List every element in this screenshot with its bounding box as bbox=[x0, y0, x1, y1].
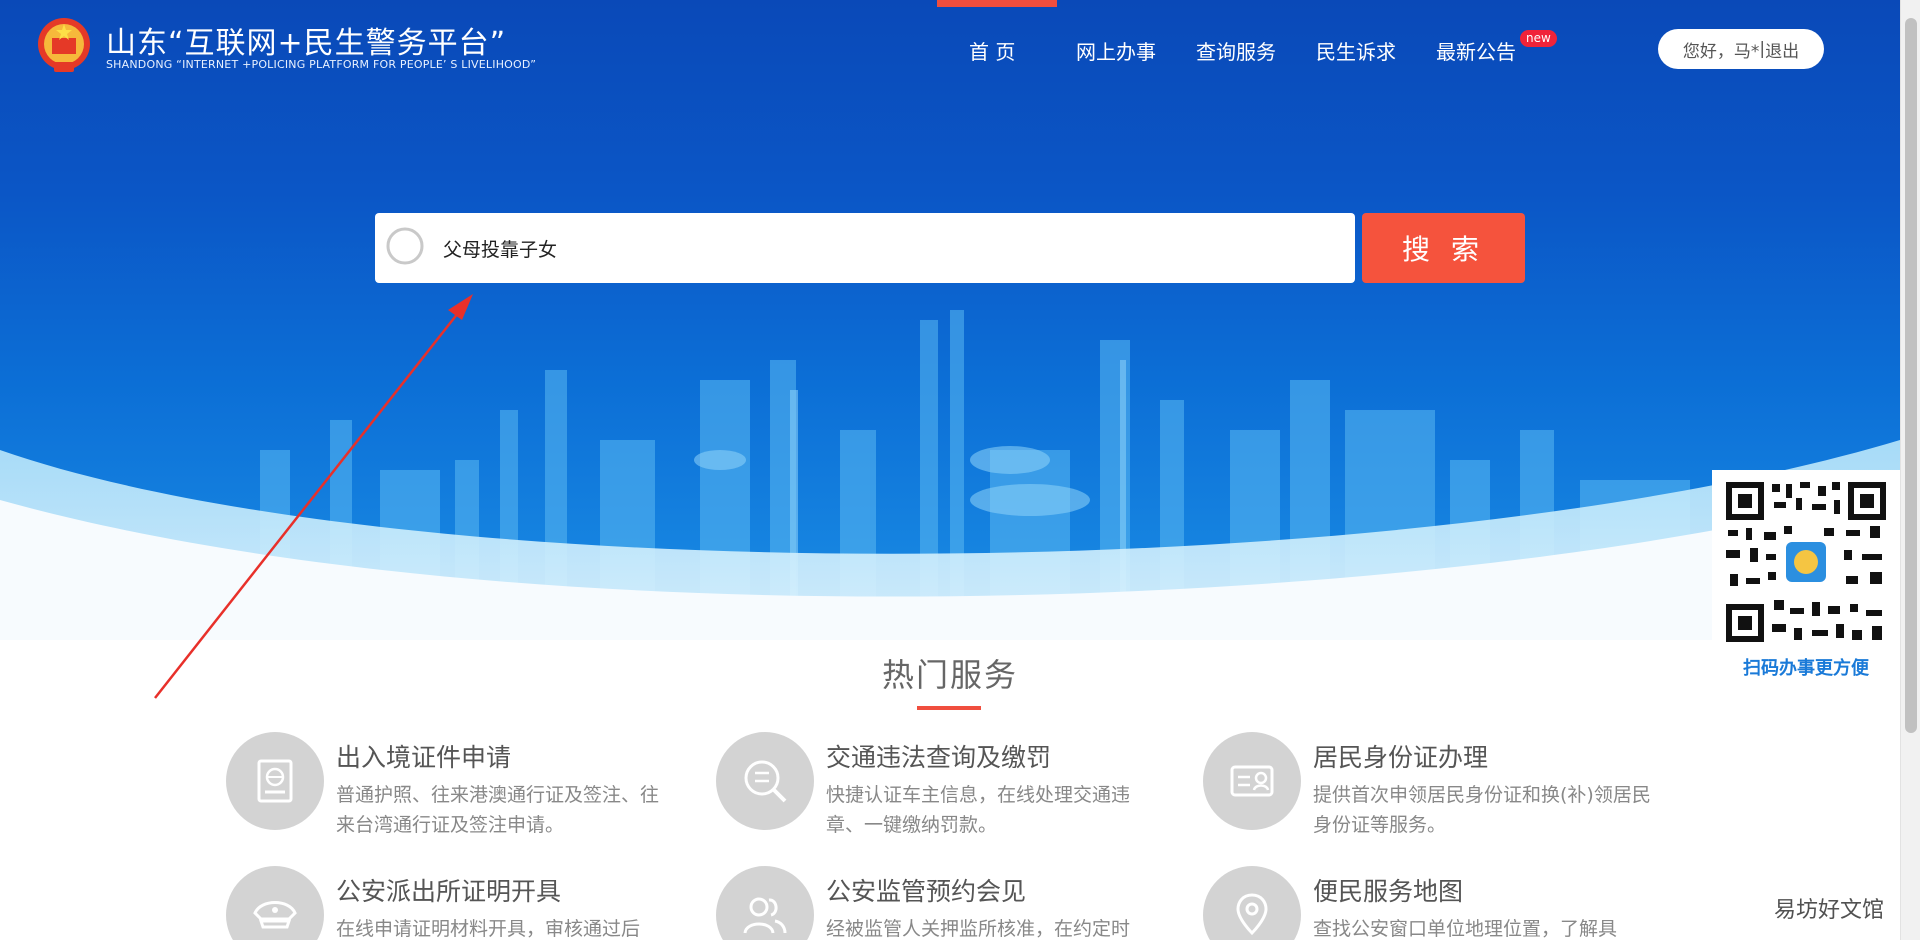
search-box bbox=[375, 213, 1355, 283]
service-desc: 在线申请证明材料开具，审核通过后 bbox=[336, 918, 641, 940]
service-desc: 快捷认证车主信息，在线处理交通违章、一键缴纳罚款。 bbox=[826, 784, 1131, 836]
new-badge: new bbox=[1520, 30, 1557, 47]
service-title: 公安派出所证明开具 bbox=[336, 877, 562, 906]
nav-online-services[interactable]: 网上办事 bbox=[1076, 36, 1156, 65]
service-desc: 查找公安窗口单位地理位置，了解具 bbox=[1313, 918, 1618, 940]
search-icon bbox=[386, 227, 424, 265]
service-desc: 经被监管人关押监所核准，在约定时 bbox=[826, 918, 1131, 940]
violation-search-icon bbox=[716, 732, 814, 830]
search-input[interactable] bbox=[443, 225, 1323, 271]
watermark: 易坊好文馆 bbox=[1774, 898, 1885, 923]
service-detention-visit[interactable]: 公安监管预约会见 经被监管人关押监所核准，在约定时 bbox=[716, 866, 1176, 940]
service-title: 公安监管预约会见 bbox=[826, 877, 1027, 906]
service-title: 居民身份证办理 bbox=[1313, 743, 1489, 772]
site-title: 山东“互联网+民生警务平台” bbox=[106, 26, 507, 61]
logout-link[interactable]: 退出 bbox=[1765, 37, 1799, 62]
service-traffic-violation[interactable]: 交通违法查询及缴罚 快捷认证车主信息，在线处理交通违章、一键缴纳罚款。 bbox=[716, 732, 1176, 852]
user-pill: 您好，马* | 退出 bbox=[1658, 29, 1824, 69]
hero-wave bbox=[0, 440, 1900, 640]
hot-services-title: 热门服务 bbox=[881, 656, 1018, 694]
service-title: 出入境证件申请 bbox=[336, 743, 512, 772]
police-cap-icon bbox=[226, 866, 324, 940]
passport-icon bbox=[226, 732, 324, 830]
page-scrollbar[interactable] bbox=[1900, 0, 1920, 940]
service-convenience-map[interactable]: 便民服务地图 查找公安窗口单位地理位置，了解具 bbox=[1203, 866, 1663, 940]
search-button[interactable]: 搜 索 bbox=[1362, 213, 1525, 283]
nav-public-appeals[interactable]: 民生诉求 bbox=[1316, 36, 1396, 65]
site-subtitle: SHANDONG “INTERNET +POLICING PLATFORM FO… bbox=[106, 58, 537, 71]
nav-query-services[interactable]: 查询服务 bbox=[1196, 36, 1276, 65]
service-title: 便民服务地图 bbox=[1313, 877, 1464, 906]
map-pin-icon bbox=[1203, 866, 1301, 940]
id-card-icon bbox=[1203, 732, 1301, 830]
service-desc: 提供首次申领居民身份证和换(补)领居民身份证等服务。 bbox=[1313, 784, 1651, 836]
national-emblem-logo bbox=[38, 18, 90, 72]
service-id-card[interactable]: 居民身份证办理 提供首次申领居民身份证和换(补)领居民身份证等服务。 bbox=[1203, 732, 1663, 852]
qr-code bbox=[1724, 480, 1888, 644]
people-icon bbox=[716, 866, 814, 940]
nav-home[interactable]: 首 页 bbox=[969, 36, 1015, 65]
user-greeting[interactable]: 您好，马* bbox=[1683, 37, 1760, 62]
service-title: 交通违法查询及缴罚 bbox=[826, 743, 1052, 772]
nav-active-indicator bbox=[937, 0, 1057, 7]
nav-latest-announcements[interactable]: 最新公告 bbox=[1436, 36, 1516, 65]
hot-services-underline bbox=[917, 706, 981, 710]
scrollbar-thumb[interactable] bbox=[1905, 18, 1917, 733]
service-exit-entry[interactable]: 出入境证件申请 普通护照、往来港澳通行证及签注、往来台湾通行证及签注申请。 bbox=[226, 732, 686, 852]
service-desc: 普通护照、往来港澳通行证及签注、往来台湾通行证及签注申请。 bbox=[336, 784, 660, 836]
service-police-certificate[interactable]: 公安派出所证明开具 在线申请证明材料开具，审核通过后 bbox=[226, 866, 686, 940]
hero-banner bbox=[0, 0, 1900, 640]
